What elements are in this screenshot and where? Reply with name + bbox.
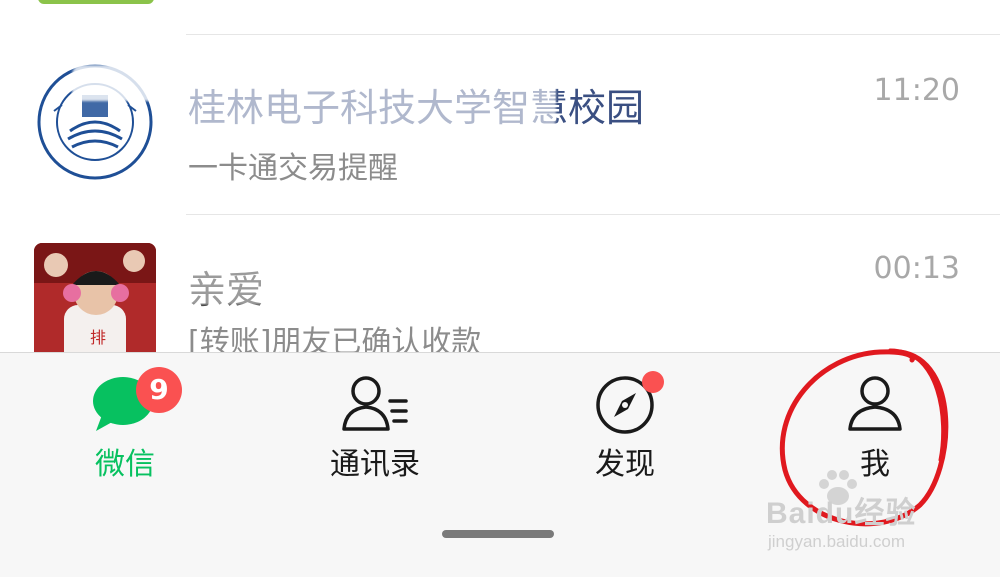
new-content-dot <box>642 371 664 393</box>
chat-time: 11:20 <box>873 73 960 108</box>
svg-text:排: 排 <box>90 328 106 347</box>
tab-label: 微信 <box>95 447 155 482</box>
watermark-main: Baidu经验 <box>766 497 917 530</box>
tab-chats[interactable]: 9 微信 <box>0 353 250 493</box>
chat-row-contact[interactable]: 排 亲爱 [转账]朋友已确认收款 00:13 <box>0 215 1000 352</box>
chat-time: 00:13 <box>873 251 960 286</box>
previous-chat-fragment <box>38 0 154 4</box>
tab-label: 发现 <box>595 447 655 482</box>
baidu-watermark: Baidu经验 jingyan.baidu.com <box>760 468 960 568</box>
blur-mask <box>186 77 556 129</box>
unread-badge: 9 <box>136 367 182 413</box>
chat-preview: [转账]朋友已确认收款 <box>188 325 482 352</box>
blur-mask <box>72 65 168 101</box>
contacts-icon <box>342 376 408 431</box>
chat-row-campus[interactable]: 桂林电子科技大学智慧校园 一卡通交易提醒 11:20 <box>0 35 1000 195</box>
chat-preview: 一卡通交易提醒 <box>188 151 398 186</box>
child-photo-avatar: 排 <box>34 243 156 352</box>
watermark-sub: jingyan.baidu.com <box>768 532 906 551</box>
person-icon <box>848 376 902 431</box>
home-indicator[interactable] <box>442 530 554 538</box>
blur-mask <box>184 255 284 305</box>
tab-contacts[interactable]: 通讯录 <box>250 353 500 493</box>
chat-list: 桂林电子科技大学智慧校园 一卡通交易提醒 11:20 排 亲爱 [转账]朋友已确… <box>0 0 1000 352</box>
tab-label: 通讯录 <box>330 447 420 482</box>
tab-discover[interactable]: 发现 <box>500 353 750 493</box>
